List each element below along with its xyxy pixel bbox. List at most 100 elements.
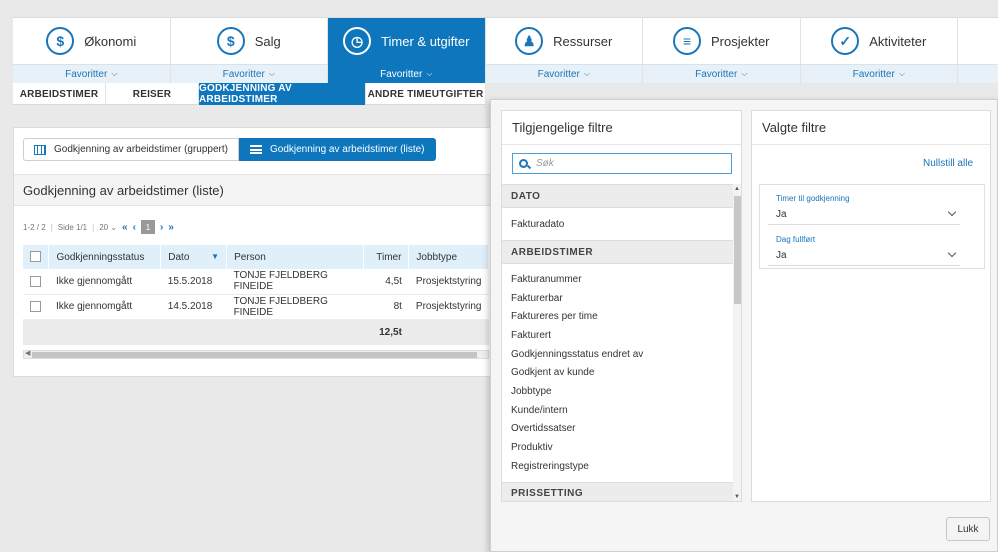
filter-select[interactable]: Timer til godkjenning Ja: [768, 188, 960, 225]
check-icon: ✓: [831, 27, 860, 55]
column-header[interactable]: Person: [226, 245, 364, 269]
filter-panel: Tilgjengelige filtre Søk DATO Fakturadat…: [490, 99, 998, 552]
search-placeholder: Søk: [536, 158, 554, 169]
column-header[interactable]: Jobbtype: [408, 245, 489, 269]
favorites-dropdown[interactable]: Favoritter ⌵: [485, 64, 642, 83]
module-label: Ressurser: [553, 33, 613, 49]
grid-icon: [34, 144, 46, 155]
sub-tabs: ARBEIDSTIMER REISER GODKJENNING AV ARBEI…: [13, 83, 486, 105]
tab-reiser[interactable]: REISER: [106, 83, 199, 105]
cell-person: TONJE FJELDBERG FINEIDE: [226, 269, 364, 295]
sort-desc-icon: ▼: [211, 251, 220, 261]
module-nav: $ Økonomi Favoritter ⌵ $ Salg Favoritter ⌵…: [13, 17, 998, 83]
module-label: Salg: [254, 33, 281, 49]
module-label: Prosjekter: [710, 33, 770, 49]
filter-item[interactable]: Jobbtype: [502, 382, 733, 401]
select-all-cell: [23, 245, 50, 269]
favorites-dropdown[interactable]: Favoritter ⌵: [13, 64, 170, 83]
row-checkbox[interactable]: [30, 275, 41, 287]
select-all-checkbox[interactable]: [30, 251, 41, 263]
tab-godkjenning[interactable]: GODKJENNING AV ARBEIDSTIMER: [199, 83, 366, 105]
filter-item[interactable]: Overtidssatser: [502, 420, 733, 439]
scroll-up-icon[interactable]: ▲: [734, 186, 740, 192]
grouped-view-button[interactable]: Godkjenning av arbeidstimer (gruppert): [23, 138, 239, 161]
chevron-down-icon: ⌵: [426, 69, 433, 78]
favorites-dropdown[interactable]: Favoritter ⌵: [328, 64, 485, 83]
pager-range: 1-2 / 2: [23, 222, 46, 232]
clock-icon: ◷: [343, 27, 372, 55]
cell-jobtype: Prosjektstyring: [408, 294, 489, 320]
vertical-scrollbar[interactable]: ▲ ▼: [733, 184, 741, 501]
card-title: Godkjenning av arbeidstimer (liste): [14, 174, 497, 206]
filter-item[interactable]: Fakturert: [502, 326, 733, 345]
filter-item[interactable]: Kunde/intern: [502, 401, 733, 420]
search-icon: [519, 159, 528, 168]
scrollbar-thumb[interactable]: [32, 352, 477, 358]
filter-item[interactable]: Fakturanummer: [502, 270, 733, 289]
first-page-icon[interactable]: «: [122, 222, 128, 233]
module-label: Økonomi: [84, 33, 137, 49]
module-okonomi[interactable]: $ Økonomi Favoritter ⌵: [13, 18, 171, 83]
filter-item[interactable]: Produktiv: [502, 438, 733, 457]
favorites-dropdown[interactable]: Favoritter ⌵: [170, 64, 327, 83]
people-icon: ♟: [515, 27, 544, 55]
filter-item[interactable]: Fakturadato: [502, 208, 733, 240]
next-page-icon[interactable]: ›: [160, 222, 163, 233]
view-toggle: Godkjenning av arbeidstimer (gruppert) G…: [23, 138, 436, 161]
cell-status: Ikke gjennomgått: [48, 269, 161, 295]
filter-group-header: ARBEIDSTIMER: [502, 240, 733, 264]
row-checkbox[interactable]: [30, 300, 41, 312]
filter-item[interactable]: Registreringstype: [502, 457, 733, 476]
favorites-dropdown[interactable]: Favoritter ⌵: [800, 64, 957, 83]
total-hours: 12,5t: [363, 319, 409, 345]
cell-person: TONJE FJELDBERG FINEIDE: [226, 294, 364, 320]
cell-hours: 8t: [363, 294, 409, 320]
filter-item[interactable]: Godkjenningsstatus endret av: [502, 345, 733, 364]
prev-page-icon[interactable]: ‹: [133, 222, 136, 233]
scrollbar-thumb[interactable]: [734, 196, 741, 304]
selected-filters: Valgte filtre Nullstill alle Timer til g…: [751, 110, 991, 502]
row-select-cell: [23, 294, 49, 320]
selected-filters-title: Valgte filtre: [752, 111, 990, 145]
filter-value: Ja: [776, 209, 787, 220]
approval-table: Godkjenningsstatus Dato ▼ Person Timer Jo…: [23, 245, 489, 345]
last-page-icon[interactable]: »: [168, 222, 174, 233]
filter-item[interactable]: Faktureres per time: [502, 307, 733, 326]
chevron-down-icon: ⌵: [111, 69, 118, 78]
close-button[interactable]: Lukk: [946, 517, 990, 541]
reset-all-link[interactable]: Nullstill alle: [923, 158, 973, 169]
filter-search-input[interactable]: Søk: [512, 153, 732, 174]
scroll-left-icon[interactable]: ◀: [25, 349, 30, 357]
module-timer-utgifter[interactable]: ◷ Timer & utgifter Favoritter ⌵: [328, 18, 486, 83]
list-icon: [250, 145, 262, 154]
tab-arbeidstimer[interactable]: ARBEIDSTIMER: [13, 83, 106, 105]
scroll-down-icon[interactable]: ▼: [734, 494, 740, 500]
column-header[interactable]: Timer: [363, 245, 410, 269]
filter-item[interactable]: Fakturerbar: [502, 289, 733, 308]
cell-status: Ikke gjennomgått: [48, 294, 161, 320]
current-page[interactable]: 1: [140, 220, 155, 234]
table-row[interactable]: Ikke gjennomgått 15.5.2018 TONJE FJELDBE…: [23, 269, 489, 295]
filter-list: DATO Fakturadato ARBEIDSTIMER Fakturanum…: [502, 184, 733, 501]
cell-hours: 4,5t: [363, 269, 409, 295]
filter-select[interactable]: Dag fullført Ja: [768, 229, 960, 266]
column-header[interactable]: Godkjenningsstatus: [48, 245, 162, 269]
horizontal-scrollbar[interactable]: ◀: [23, 350, 489, 359]
table-row[interactable]: Ikke gjennomgått 14.5.2018 TONJE FJELDBE…: [23, 294, 489, 320]
module-aktiviteter[interactable]: ✓ Aktiviteter Favoritter ⌵: [800, 18, 958, 83]
approval-card: Godkjenning av arbeidstimer (gruppert) G…: [13, 127, 498, 377]
filter-item[interactable]: Godkjent av kunde: [502, 363, 733, 382]
module-salg[interactable]: $ Salg Favoritter ⌵: [170, 18, 328, 83]
list-view-button[interactable]: Godkjenning av arbeidstimer (liste): [239, 138, 436, 161]
filter-value: Ja: [776, 250, 787, 261]
module-ressurser[interactable]: ♟ Ressurser Favoritter ⌵: [485, 18, 643, 83]
coins-icon: $: [46, 27, 75, 55]
favorites-dropdown[interactable]: Favoritter ⌵: [643, 64, 800, 83]
module-more[interactable]: [958, 18, 998, 83]
page-size-select[interactable]: 20 ⌄: [99, 223, 117, 232]
module-prosjekter[interactable]: ≡ Prosjekter Favoritter ⌵: [643, 18, 801, 83]
column-header[interactable]: Dato ▼: [160, 245, 228, 269]
tab-andre-timeutgifter[interactable]: ANDRE TIMEUTGIFTER: [366, 83, 486, 105]
cell-date: 15.5.2018: [160, 269, 227, 295]
divider: |: [50, 222, 53, 232]
